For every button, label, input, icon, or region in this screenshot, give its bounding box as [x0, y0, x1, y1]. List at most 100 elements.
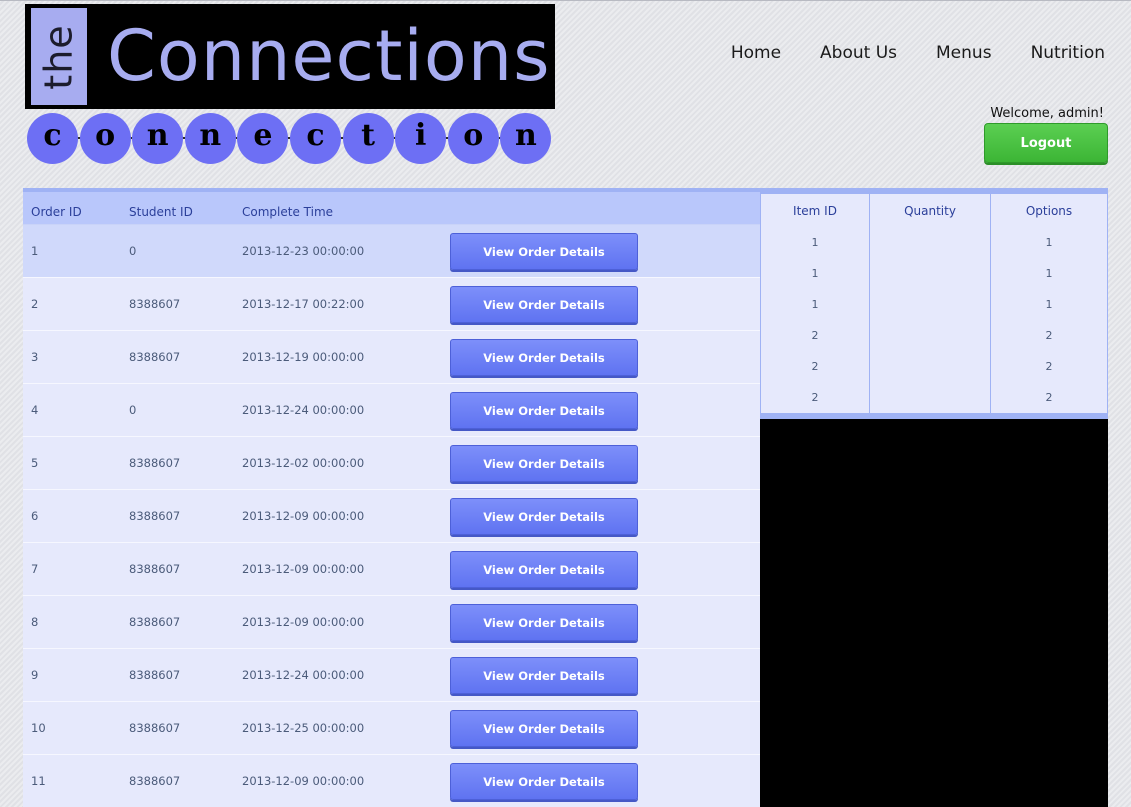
order-id-cell: 5: [31, 456, 39, 470]
logo-bead: o: [447, 113, 499, 164]
student-id-cell: 8388607: [129, 456, 181, 470]
nav-nutrition[interactable]: Nutrition: [1031, 43, 1105, 63]
view-order-details-button[interactable]: View Order Details: [450, 498, 638, 535]
student-id-cell: 8388607: [129, 668, 181, 682]
logo-bead: c: [27, 113, 78, 164]
table-row[interactable]: 7 8388607 2013-12-09 00:00:00 View Order De…: [23, 543, 760, 596]
student-id-cell: 8388607: [129, 350, 181, 364]
student-id-cell: 8388607: [129, 774, 181, 788]
order-id-cell: 11: [31, 774, 46, 788]
complete-time-cell: 2013-12-25 00:00:00: [242, 721, 365, 735]
order-id-cell: 1: [31, 244, 39, 258]
view-order-details-button[interactable]: View Order Details: [450, 604, 638, 641]
main-nav: Home About Us Menus Nutrition: [731, 43, 1105, 63]
logo-title: Connections: [107, 15, 551, 97]
orders-table-header: Order ID Student ID Complete Time: [23, 192, 760, 225]
logo-bead: i: [395, 113, 447, 164]
order-id-cell: 9: [31, 668, 39, 682]
complete-time-cell: 2013-12-17 00:22:00: [242, 297, 365, 311]
view-order-details-button[interactable]: View Order Details: [450, 392, 638, 429]
order-id-cell: 7: [31, 562, 39, 576]
view-order-details-button[interactable]: View Order Details: [450, 286, 638, 323]
orders-table-body: 1 0 2013-12-23 00:00:00 View Order Details 2…: [23, 225, 760, 807]
order-id-cell: 4: [31, 403, 39, 417]
student-id-cell: 8388607: [129, 297, 181, 311]
complete-time-cell: 2013-12-09 00:00:00: [242, 774, 365, 788]
student-id-cell: 8388607: [129, 615, 181, 629]
logo-the-block: the: [31, 8, 89, 105]
order-id-cell: 10: [31, 721, 46, 735]
logo-bead-string: connection: [27, 113, 555, 164]
details-col-quantity: Quantity: [870, 194, 991, 413]
welcome-message: Welcome, admin!: [990, 106, 1104, 121]
complete-time-cell: 2013-12-23 00:00:00: [242, 244, 365, 258]
view-order-details-button[interactable]: View Order Details: [450, 445, 638, 482]
student-id-cell: 0: [129, 244, 137, 258]
complete-time-cell: 2013-12-19 00:00:00: [242, 350, 365, 364]
details-options-cell: 2: [1045, 391, 1053, 404]
details-options-cell: 1: [1045, 267, 1053, 280]
table-row[interactable]: 6 8388607 2013-12-09 00:00:00 View Order De…: [23, 490, 760, 543]
view-order-details-button[interactable]: View Order Details: [450, 551, 638, 588]
table-row[interactable]: 8 8388607 2013-12-09 00:00:00 View Order De…: [23, 596, 760, 649]
view-order-details-button[interactable]: View Order Details: [450, 657, 638, 694]
view-order-details-button[interactable]: View Order Details: [450, 233, 638, 270]
nav-menus[interactable]: Menus: [936, 43, 992, 63]
complete-time-cell: 2013-12-09 00:00:00: [242, 509, 365, 523]
table-row[interactable]: 10 8388607 2013-12-25 00:00:00 View Order D…: [23, 702, 760, 755]
table-row[interactable]: 11 8388607 2013-12-09 00:00:00 View Order D…: [23, 755, 760, 807]
order-id-cell: 3: [31, 350, 39, 364]
details-item-id-cell: 1: [811, 298, 819, 311]
logo-bead: t: [342, 113, 394, 164]
details-item-id-cell: 2: [811, 391, 819, 404]
logo-bead: n: [132, 113, 184, 164]
details-header-quantity: Quantity: [904, 204, 956, 218]
table-row[interactable]: 3 8388607 2013-12-19 00:00:00 View Order De…: [23, 331, 760, 384]
header-student-id: Student ID: [129, 205, 193, 219]
student-id-cell: 8388607: [129, 721, 181, 735]
nav-home[interactable]: Home: [731, 43, 781, 63]
table-row[interactable]: 2 8388607 2013-12-17 00:22:00 View Order De…: [23, 278, 760, 331]
header-complete-time: Complete Time: [242, 205, 334, 219]
complete-time-cell: 2013-12-09 00:00:00: [242, 562, 365, 576]
logo-bead: o: [79, 113, 131, 164]
details-col-options: Options 1 1 1 2 2 2: [991, 194, 1107, 413]
view-order-details-button[interactable]: View Order Details: [450, 710, 638, 747]
table-row[interactable]: 9 8388607 2013-12-24 00:00:00 View Order De…: [23, 649, 760, 702]
view-order-details-button[interactable]: View Order Details: [450, 763, 638, 800]
complete-time-cell: 2013-12-24 00:00:00: [242, 403, 365, 417]
top-border: [0, 0, 1131, 1]
details-item-id-cell: 1: [811, 267, 819, 280]
complete-time-cell: 2013-12-24 00:00:00: [242, 668, 365, 682]
logo-bead: c: [290, 113, 341, 164]
details-header-item-id: Item ID: [793, 204, 837, 218]
table-row[interactable]: 5 8388607 2013-12-02 00:00:00 View Order De…: [23, 437, 760, 490]
logo-bead: e: [237, 113, 289, 164]
complete-time-cell: 2013-12-02 00:00:00: [242, 456, 365, 470]
orders-table: Order ID Student ID Complete Time 1 0 2013…: [23, 188, 760, 807]
student-id-cell: 8388607: [129, 509, 181, 523]
view-order-details-button[interactable]: View Order Details: [450, 339, 638, 376]
student-id-cell: 8388607: [129, 562, 181, 576]
details-options-cell: 1: [1045, 236, 1053, 249]
details-item-id-cell: 2: [811, 360, 819, 373]
details-options-cell: 1: [1045, 298, 1053, 311]
nav-about-us[interactable]: About Us: [820, 43, 897, 63]
table-row[interactable]: 1 0 2013-12-23 00:00:00 View Order Details: [23, 225, 760, 278]
logout-button[interactable]: Logout: [984, 123, 1108, 163]
table-row[interactable]: 4 0 2013-12-24 00:00:00 View Order Details: [23, 384, 760, 437]
complete-time-cell: 2013-12-09 00:00:00: [242, 615, 365, 629]
order-id-cell: 6: [31, 509, 39, 523]
details-col-item-id: Item ID 1 1 1 2 2 2: [761, 194, 870, 413]
details-header-options: Options: [1025, 204, 1073, 218]
logo-the-text: the: [37, 23, 81, 90]
details-item-id-cell: 1: [811, 236, 819, 249]
logo-bead: n: [184, 113, 236, 164]
site-logo[interactable]: the Connections: [25, 4, 555, 109]
header-order-id: Order ID: [31, 205, 82, 219]
logo-bead: n: [500, 113, 552, 164]
student-id-cell: 0: [129, 403, 137, 417]
order-id-cell: 2: [31, 297, 39, 311]
details-options-cell: 2: [1045, 329, 1053, 342]
details-item-id-cell: 2: [811, 329, 819, 342]
